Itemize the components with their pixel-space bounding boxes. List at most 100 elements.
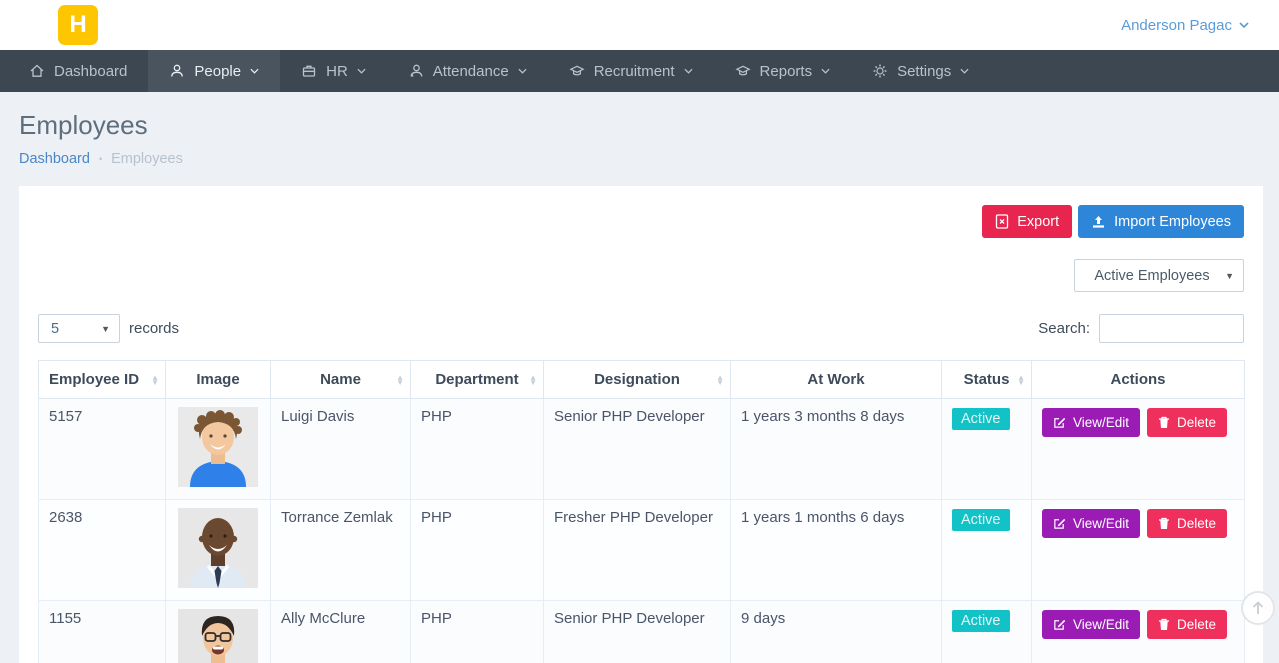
employee-image-cell — [166, 601, 271, 663]
graduation-cap-icon — [735, 63, 751, 79]
view-edit-button[interactable]: View/Edit — [1042, 408, 1140, 437]
view-edit-button[interactable]: View/Edit — [1042, 610, 1140, 639]
column-header-name[interactable]: Name▲▼ — [271, 361, 411, 399]
main-nav: Dashboard People HR Attendance Recruitme… — [0, 50, 1279, 92]
employee-status-cell: Active — [942, 500, 1032, 601]
page-title: Employees — [19, 110, 1259, 141]
search-control: Search: — [1038, 314, 1244, 343]
employee-name-cell: Torrance Zemlak — [271, 500, 411, 601]
app-logo[interactable]: H — [58, 5, 98, 45]
page-head: Employees Dashboard • Employees — [0, 92, 1279, 167]
breadcrumb-dashboard-link[interactable]: Dashboard — [19, 151, 90, 167]
employee-name-cell: Ally McClure — [271, 601, 411, 663]
employee-filter-select[interactable]: Active Employees ▼ — [1074, 259, 1244, 292]
nav-item-dashboard[interactable]: Dashboard — [8, 50, 148, 92]
nav-label: Recruitment — [594, 63, 675, 80]
employee-department-cell: PHP — [411, 500, 544, 601]
chevron-down-icon — [821, 68, 830, 74]
employee-id-cell: 1155 — [39, 601, 166, 663]
search-input[interactable] — [1099, 314, 1244, 343]
briefcase-icon — [301, 63, 317, 79]
export-button-label: Export — [1017, 214, 1059, 230]
status-badge: Active — [952, 408, 1010, 430]
import-button-label: Import Employees — [1114, 214, 1231, 230]
export-button[interactable]: Export — [982, 205, 1072, 238]
employee-designation-cell: Fresher PHP Developer — [544, 500, 731, 601]
nav-label: Settings — [897, 63, 951, 80]
trash-icon — [1158, 618, 1170, 631]
delete-button[interactable]: Delete — [1147, 610, 1227, 639]
records-length-control: 5 ▼ records — [38, 314, 179, 343]
employee-image-cell — [166, 500, 271, 601]
chevron-down-icon — [684, 68, 693, 74]
column-header-employee-id[interactable]: Employee ID▲▼ — [39, 361, 166, 399]
employee-photo — [178, 609, 258, 663]
employee-at-work-cell: 9 days — [731, 601, 942, 663]
sort-icon: ▲▼ — [529, 375, 537, 385]
chevron-down-icon — [357, 68, 366, 74]
column-header-at-work: At Work — [731, 361, 942, 399]
nav-label: Attendance — [433, 63, 509, 80]
excel-file-icon — [995, 214, 1009, 229]
employee-department-cell: PHP — [411, 399, 544, 500]
nav-item-attendance[interactable]: Attendance — [387, 50, 548, 92]
nav-item-hr[interactable]: HR — [280, 50, 387, 92]
nav-item-people[interactable]: People — [148, 50, 280, 92]
arrow-up-icon — [1251, 600, 1265, 616]
filter-row: Active Employees ▼ — [38, 259, 1244, 292]
employee-name-cell: Luigi Davis — [271, 399, 411, 500]
column-header-designation[interactable]: Designation▲▼ — [544, 361, 731, 399]
sort-icon: ▲▼ — [716, 375, 724, 385]
chevron-down-icon — [518, 68, 527, 74]
column-header-status[interactable]: Status▲▼ — [942, 361, 1032, 399]
sort-icon: ▲▼ — [396, 375, 404, 385]
breadcrumb-separator: • — [99, 154, 102, 164]
search-label: Search: — [1038, 320, 1090, 337]
sort-icon: ▲▼ — [151, 375, 159, 385]
employee-at-work-cell: 1 years 1 months 6 days — [731, 500, 942, 601]
nav-item-reports[interactable]: Reports — [714, 50, 852, 92]
home-icon — [29, 63, 45, 79]
employee-image-cell — [166, 399, 271, 500]
column-header-actions: Actions — [1032, 361, 1245, 399]
employee-at-work-cell: 1 years 3 months 8 days — [731, 399, 942, 500]
trash-icon — [1158, 416, 1170, 429]
column-header-image: Image — [166, 361, 271, 399]
records-per-page-select[interactable]: 5 ▼ — [38, 314, 120, 343]
scroll-to-top-button[interactable] — [1241, 591, 1275, 625]
employee-id-cell: 2638 — [39, 500, 166, 601]
chevron-down-icon — [250, 68, 259, 74]
edit-icon — [1053, 517, 1066, 530]
records-per-page-value: 5 — [51, 321, 59, 337]
select-caret-icon: ▼ — [1225, 271, 1234, 281]
employee-filter-value: Active Employees — [1094, 268, 1209, 284]
employee-status-cell: Active — [942, 601, 1032, 663]
employee-actions-cell: View/Edit Delete — [1032, 601, 1245, 663]
upload-icon — [1091, 215, 1106, 229]
employee-photo — [178, 508, 258, 588]
employee-designation-cell: Senior PHP Developer — [544, 399, 731, 500]
edit-icon — [1053, 618, 1066, 631]
toolbar: Export Import Employees — [38, 205, 1244, 238]
view-edit-button[interactable]: View/Edit — [1042, 509, 1140, 538]
nav-item-recruitment[interactable]: Recruitment — [548, 50, 714, 92]
table-header-row: Employee ID▲▼ Image Name▲▼ Department▲▼ … — [39, 361, 1245, 399]
user-menu[interactable]: Anderson Pagac — [1121, 17, 1249, 34]
employee-actions-cell: View/Edit Delete — [1032, 399, 1245, 500]
user-name: Anderson Pagac — [1121, 17, 1232, 34]
nav-label: People — [194, 63, 241, 80]
column-header-department[interactable]: Department▲▼ — [411, 361, 544, 399]
nav-item-settings[interactable]: Settings — [851, 50, 990, 92]
person-icon — [408, 63, 424, 79]
import-employees-button[interactable]: Import Employees — [1078, 205, 1244, 238]
delete-button[interactable]: Delete — [1147, 408, 1227, 437]
table-row: 1155 Ally McClure — [39, 601, 1245, 663]
employee-designation-cell: Senior PHP Developer — [544, 601, 731, 663]
sort-icon: ▲▼ — [1017, 375, 1025, 385]
table-row: 2638 Torrance Zemlak PHP — [39, 500, 1245, 601]
app-logo-letter: H — [69, 11, 86, 39]
delete-button[interactable]: Delete — [1147, 509, 1227, 538]
status-badge: Active — [952, 509, 1010, 531]
employee-status-cell: Active — [942, 399, 1032, 500]
breadcrumb: Dashboard • Employees — [19, 151, 1259, 167]
